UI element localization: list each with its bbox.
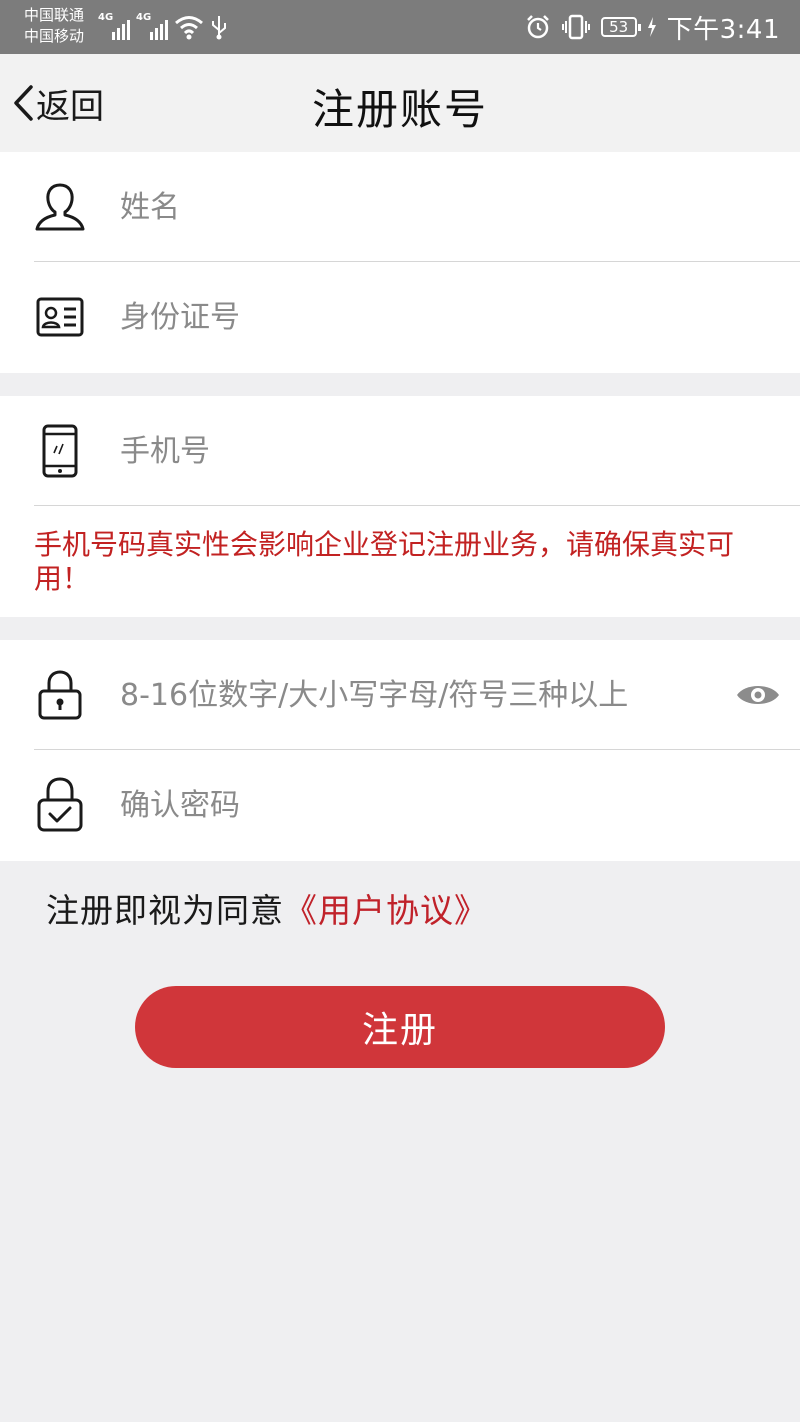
eye-icon[interactable] bbox=[734, 675, 782, 715]
password-section bbox=[0, 640, 800, 861]
vibrate-icon bbox=[561, 14, 590, 40]
status-right: 53 下午3:41 bbox=[525, 10, 780, 45]
signal-2-icon: 4G bbox=[136, 10, 168, 40]
user-agreement-link[interactable]: 《用户协议》 bbox=[284, 891, 488, 930]
lock-check-icon bbox=[34, 777, 86, 833]
phone-row bbox=[0, 396, 800, 506]
password-field[interactable] bbox=[120, 677, 720, 713]
alarm-icon bbox=[526, 15, 549, 39]
header: 返回 注册账号 bbox=[0, 54, 800, 152]
wifi-icon bbox=[175, 16, 203, 40]
agreement-prefix: 注册即视为同意 bbox=[46, 891, 284, 930]
id-number-field[interactable] bbox=[120, 299, 720, 335]
phone-section: 手机号码真实性会影响企业登记注册业务，请确保真实可用！ bbox=[0, 396, 800, 617]
status-bar: 中国联通 中国移动 4G 4G 53 下午3:41 bbox=[0, 0, 800, 54]
password-row bbox=[0, 640, 800, 750]
confirm-password-row bbox=[0, 750, 800, 860]
user-icon bbox=[34, 179, 86, 235]
carrier-info: 中国联通 中国移动 bbox=[24, 5, 84, 47]
network-type-1: 4G bbox=[98, 12, 114, 23]
lock-icon bbox=[34, 667, 86, 723]
id-card-icon bbox=[34, 289, 86, 345]
carrier-1: 中国联通 bbox=[24, 6, 85, 24]
register-button[interactable]: 注册 bbox=[135, 986, 665, 1068]
signal-1-icon: 4G bbox=[98, 10, 130, 40]
battery-level: 53 bbox=[600, 17, 641, 37]
page-title: 注册账号 bbox=[311, 85, 488, 134]
clock: 下午3:41 bbox=[666, 14, 780, 45]
network-type-2: 4G bbox=[136, 12, 152, 23]
agreement-text: 注册即视为同意《用户协议》 bbox=[46, 884, 488, 932]
name-row bbox=[0, 152, 800, 262]
signal-icons: 4G 4G bbox=[98, 10, 228, 40]
id-row bbox=[0, 262, 800, 372]
identity-section bbox=[0, 152, 800, 373]
name-field[interactable] bbox=[120, 189, 720, 225]
confirm-password-field[interactable] bbox=[120, 787, 720, 823]
phone-field[interactable] bbox=[120, 433, 720, 469]
charging-icon bbox=[647, 17, 656, 37]
usb-icon bbox=[212, 16, 226, 40]
phone-icon bbox=[34, 423, 86, 479]
carrier-2: 中国移动 bbox=[24, 27, 85, 45]
phone-warning: 手机号码真实性会影响企业登记注册业务，请确保真实可用！ bbox=[34, 528, 735, 595]
divider bbox=[34, 505, 800, 506]
